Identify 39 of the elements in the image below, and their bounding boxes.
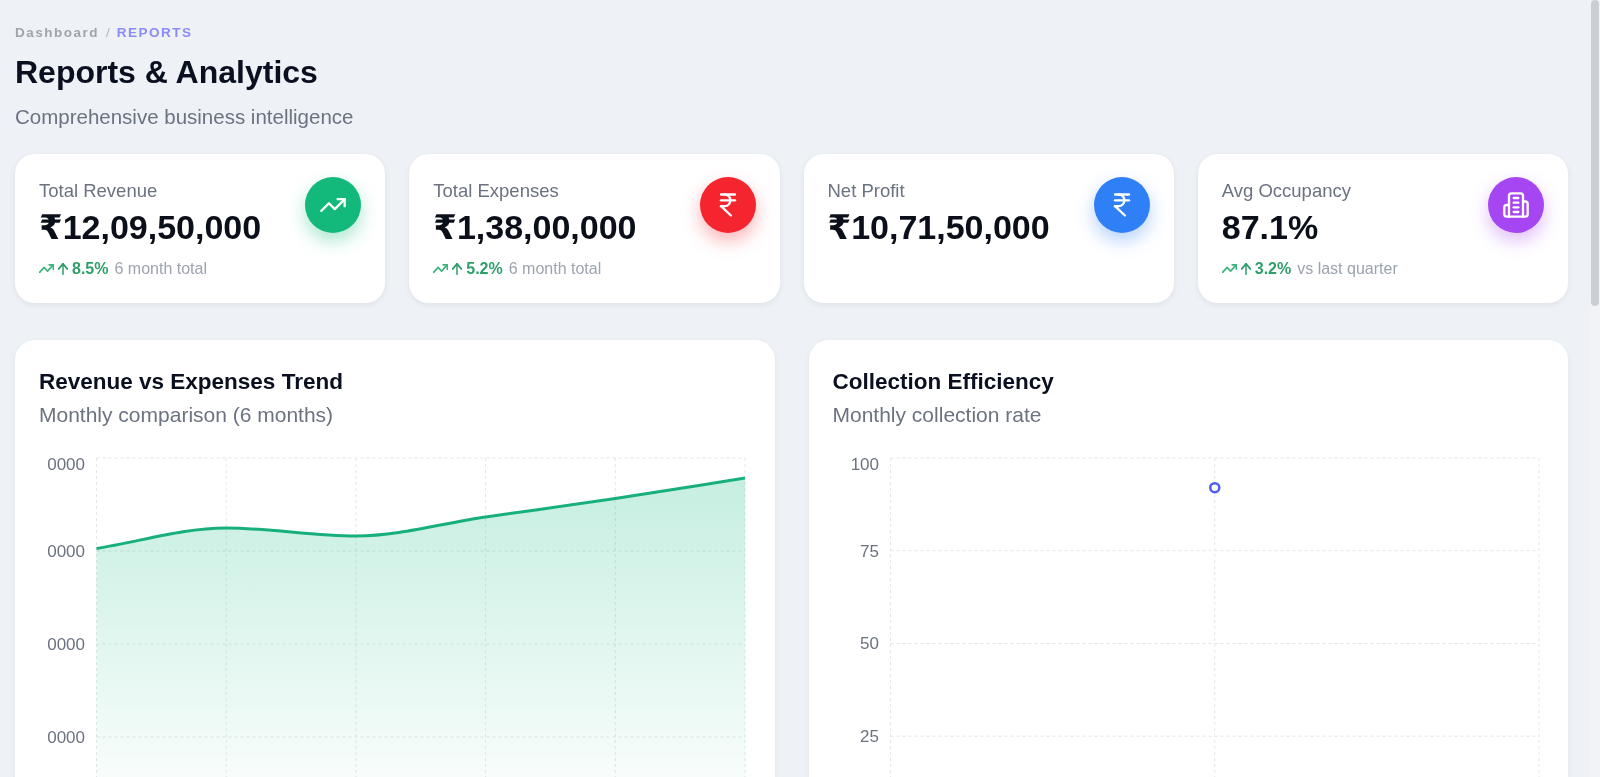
y-axis-label: 0000 — [47, 455, 85, 474]
chart-title: Collection Efficiency — [832, 368, 1055, 396]
trend-change: 8.5% — [72, 259, 109, 279]
y-axis-label: 25 — [859, 727, 879, 747]
trend-up-icon — [433, 264, 449, 273]
breadcrumb-separator: / — [106, 25, 110, 41]
y-axis-label: 0000 — [47, 635, 85, 654]
breadcrumb-current: REPORTS — [116, 25, 193, 41]
y-axis-label: 100 — [850, 455, 879, 474]
stat-label: Total Revenue — [39, 179, 159, 203]
data-point — [1208, 481, 1220, 494]
stat-value: ₹12,09,50,000 — [39, 207, 262, 248]
stat-label: Avg Occupancy — [1221, 179, 1352, 203]
chart-subtitle: Monthly collection rate — [832, 402, 1043, 428]
trend-up-icon — [1221, 264, 1237, 273]
trend-up-icon — [39, 264, 54, 273]
stat-value: 87.1% — [1221, 207, 1320, 248]
chart-title: Revenue vs Expenses Trend — [39, 368, 344, 396]
trend-change: 3.2% — [1254, 259, 1292, 279]
arrow-up-icon — [452, 262, 463, 275]
arrow-up-icon — [1240, 262, 1251, 275]
stat-value: ₹10,71,50,000 — [827, 207, 1050, 248]
page-title: Reports & Analytics — [15, 53, 319, 91]
page-subtitle: Comprehensive business intelligence — [15, 104, 355, 130]
y-axis-label: 0000 — [47, 542, 85, 561]
arrow-up-icon — [58, 262, 68, 275]
trend-note: 6 month total — [508, 259, 602, 279]
stat-label: Total Expenses — [433, 179, 560, 203]
breadcrumb-link[interactable]: Dashboard — [15, 25, 99, 41]
trend-note: vs last quarter — [1297, 259, 1398, 279]
scrollbar-thumb[interactable] — [1591, 0, 1599, 306]
stat-value: ₹1,38,00,000 — [433, 207, 637, 248]
chart-subtitle: Monthly comparison (6 months) — [39, 402, 335, 428]
y-axis-label: 75 — [859, 541, 879, 561]
y-axis-label: 0000 — [47, 728, 85, 747]
trend-change: 5.2% — [466, 259, 503, 279]
trend-note: 6 month total — [114, 259, 207, 279]
y-axis-label: 50 — [859, 634, 879, 654]
stat-label: Net Profit — [827, 179, 906, 203]
